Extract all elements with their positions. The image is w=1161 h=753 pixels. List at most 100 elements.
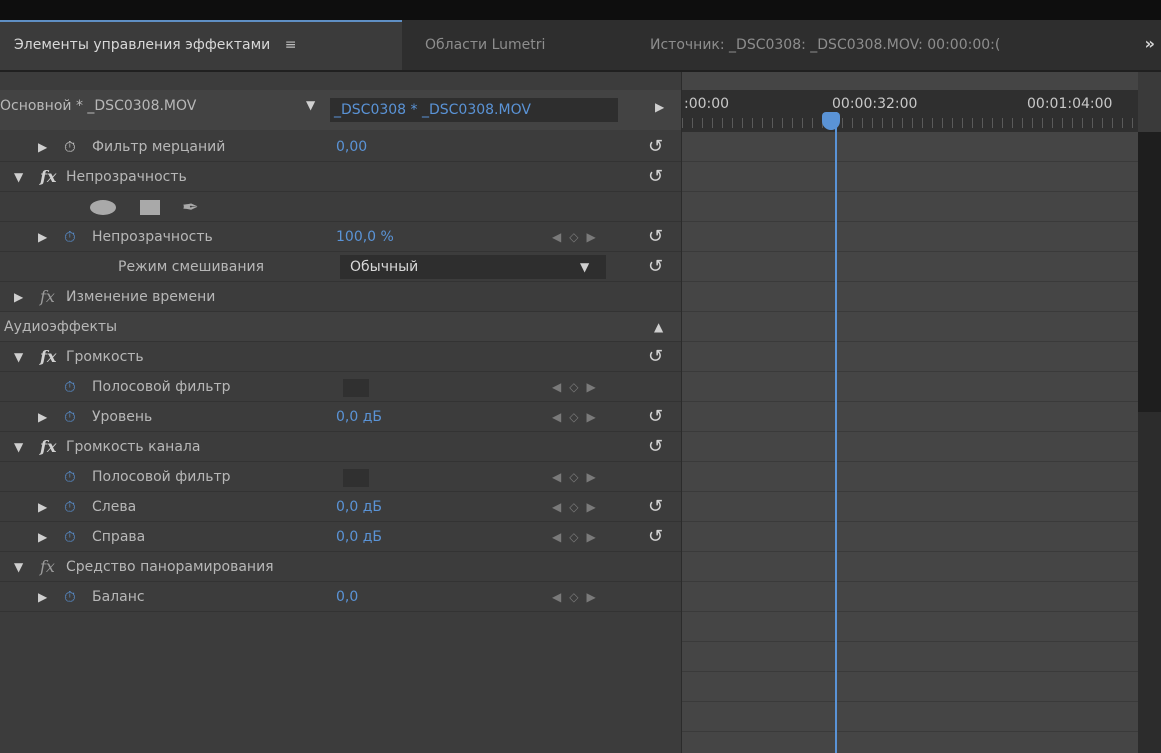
scrollbar-thumb[interactable] xyxy=(1138,132,1161,412)
blend-mode-select[interactable]: Обычный ▼ xyxy=(340,255,606,279)
property-label: Фильтр мерцаний xyxy=(92,139,226,155)
chevron-down-icon[interactable]: ▼ xyxy=(306,98,315,112)
property-value[interactable]: 0,0 xyxy=(336,582,358,612)
time-label: 00:00:32:00 xyxy=(832,96,918,112)
keyframe-nav-icon[interactable]: ◀◇▶ xyxy=(552,402,604,432)
master-clip-label[interactable]: Основной * _DSC0308.MOV xyxy=(0,98,196,114)
property-value[interactable]: 0,0 дБ xyxy=(336,492,382,522)
property-label: Режим смешивания xyxy=(118,259,265,275)
stopwatch-icon[interactable]: ⏱ xyxy=(64,522,76,552)
select-value: Обычный xyxy=(350,259,419,275)
collapse-triangle-icon[interactable]: ▼ xyxy=(14,552,23,582)
chevron-down-icon: ▼ xyxy=(580,260,590,274)
expand-triangle-icon[interactable]: ▶ xyxy=(38,132,47,162)
keyframe-nav-icon[interactable]: ◀◇▶ xyxy=(552,462,604,492)
tabs-overflow-icon[interactable]: » xyxy=(1145,34,1155,53)
effect-row-opacity: ▼ fx Непрозрачность ↺ xyxy=(0,162,681,192)
fx-icon[interactable]: fx xyxy=(40,552,55,582)
reset-icon[interactable]: ↺ xyxy=(648,162,663,192)
reset-icon[interactable]: ↺ xyxy=(648,132,663,162)
property-value[interactable]: 100,0 % xyxy=(336,222,394,252)
tab-effect-controls[interactable]: Элементы управления эффектами ≡ xyxy=(0,20,402,70)
property-row-balance: ▶ ⏱ Баланс 0,0 ◀◇▶ xyxy=(0,582,681,612)
tab-label: Элементы управления эффектами xyxy=(14,37,271,53)
expand-triangle-icon[interactable]: ▶ xyxy=(38,222,47,252)
pen-mask-icon[interactable]: ✒ xyxy=(182,192,199,222)
show-timeline-icon[interactable]: ▶ xyxy=(655,100,664,114)
property-label: Полосовой фильтр xyxy=(92,379,231,395)
tab-lumetri-scopes[interactable]: Области Lumetri xyxy=(425,20,625,70)
effect-timeline[interactable]: :00:00 00:00:32:00 00:01:04:00 xyxy=(681,72,1138,753)
time-label: 00:01:04:00 xyxy=(1027,96,1113,112)
stopwatch-icon[interactable]: ⏱ xyxy=(64,132,76,162)
stopwatch-icon[interactable]: ⏱ xyxy=(64,222,76,252)
collapse-triangle-icon[interactable]: ▼ xyxy=(14,342,23,372)
property-value[interactable]: 0,00 xyxy=(336,132,367,162)
playhead-handle[interactable] xyxy=(822,112,840,130)
rectangle-mask-icon[interactable] xyxy=(140,200,160,215)
bypass-checkbox[interactable] xyxy=(343,469,369,487)
stopwatch-icon[interactable]: ⏱ xyxy=(64,402,76,432)
ruler-ticks xyxy=(682,118,1138,128)
ellipse-mask-icon[interactable] xyxy=(90,200,116,215)
effect-label: Изменение времени xyxy=(66,289,216,305)
fx-icon[interactable]: fx xyxy=(40,432,56,462)
keyframe-nav-icon[interactable]: ◀◇▶ xyxy=(552,492,604,522)
reset-icon[interactable]: ↺ xyxy=(648,342,663,372)
tab-label: Источник: _DSC0308: _DSC0308.MOV: 00:00:… xyxy=(650,37,1001,53)
effect-row-time-remap: ▶ fx Изменение времени xyxy=(0,282,681,312)
reset-icon[interactable]: ↺ xyxy=(648,432,663,462)
stopwatch-icon[interactable]: ⏱ xyxy=(64,492,76,522)
effect-controls-panel: Основной * _DSC0308.MOV ▼ _DSC0308 * _DS… xyxy=(0,72,1161,753)
expand-triangle-icon[interactable]: ▶ xyxy=(38,582,47,612)
section-label: Аудиоэффекты xyxy=(4,319,118,335)
panel-menu-icon[interactable]: ≡ xyxy=(285,37,297,53)
effect-label: Средство панорамирования xyxy=(66,559,274,575)
property-value[interactable]: 0,0 дБ xyxy=(336,522,382,552)
playhead-line[interactable] xyxy=(835,112,837,753)
keyframe-track-area[interactable] xyxy=(682,132,1138,753)
property-row-bypass: ⏱ Полосовой фильтр ◀◇▶ xyxy=(0,372,681,402)
keyframe-nav-icon[interactable]: ◀◇▶ xyxy=(552,582,604,612)
property-label: Баланс xyxy=(92,589,145,605)
fx-icon[interactable]: fx xyxy=(40,282,55,312)
keyframe-nav-icon[interactable]: ◀◇▶ xyxy=(552,222,604,252)
reset-icon[interactable]: ↺ xyxy=(648,492,663,522)
property-row-blend-mode: Режим смешивания Обычный ▼ ↺ xyxy=(0,252,681,282)
reset-icon[interactable]: ↺ xyxy=(648,402,663,432)
keyframe-nav-icon[interactable]: ◀◇▶ xyxy=(552,372,604,402)
reset-icon[interactable]: ↺ xyxy=(648,222,663,252)
mask-tools-row: ✒ xyxy=(0,192,681,222)
tab-source-monitor[interactable]: Источник: _DSC0308: _DSC0308.MOV: 00:00:… xyxy=(650,20,1105,70)
property-row-opacity: ▶ ⏱ Непрозрачность 100,0 % ◀◇▶ ↺ xyxy=(0,222,681,252)
keyframe-nav-icon[interactable]: ◀◇▶ xyxy=(552,522,604,552)
expand-triangle-icon[interactable]: ▶ xyxy=(38,492,47,522)
collapse-triangle-icon[interactable]: ▼ xyxy=(14,432,23,462)
bypass-checkbox[interactable] xyxy=(343,379,369,397)
stopwatch-icon[interactable]: ⏱ xyxy=(64,582,76,612)
property-row-level: ▶ ⏱ Уровень 0,0 дБ ◀◇▶ ↺ xyxy=(0,402,681,432)
property-row-left: ▶ ⏱ Слева 0,0 дБ ◀◇▶ ↺ xyxy=(0,492,681,522)
time-ruler[interactable]: :00:00 00:00:32:00 00:01:04:00 xyxy=(682,90,1138,132)
effect-label: Непрозрачность xyxy=(66,169,187,185)
window-top-strip xyxy=(0,0,1161,20)
collapse-triangle-icon[interactable]: ▼ xyxy=(14,162,23,192)
property-row-flicker: ▶ ⏱ Фильтр мерцаний 0,00 ↺ xyxy=(0,132,681,162)
effects-list: Основной * _DSC0308.MOV ▼ _DSC0308 * _DS… xyxy=(0,72,681,753)
expand-triangle-icon[interactable]: ▶ xyxy=(14,282,23,312)
stopwatch-icon[interactable]: ⏱ xyxy=(64,462,76,492)
fx-icon[interactable]: fx xyxy=(40,342,56,372)
effect-label: Громкость xyxy=(66,349,144,365)
property-label: Слева xyxy=(92,499,137,515)
collapse-section-icon[interactable]: ▲ xyxy=(654,312,663,342)
stopwatch-icon[interactable]: ⏱ xyxy=(64,372,76,402)
reset-icon[interactable]: ↺ xyxy=(648,522,663,552)
expand-triangle-icon[interactable]: ▶ xyxy=(38,402,47,432)
section-audio-effects: Аудиоэффекты ▲ xyxy=(0,312,681,342)
sequence-clip-label[interactable]: _DSC0308 * _DSC0308.MOV xyxy=(330,98,618,122)
fx-icon[interactable]: fx xyxy=(40,162,56,192)
reset-icon[interactable]: ↺ xyxy=(648,252,663,282)
expand-triangle-icon[interactable]: ▶ xyxy=(38,522,47,552)
property-value[interactable]: 0,0 дБ xyxy=(336,402,382,432)
time-label: :00:00 xyxy=(684,96,730,112)
